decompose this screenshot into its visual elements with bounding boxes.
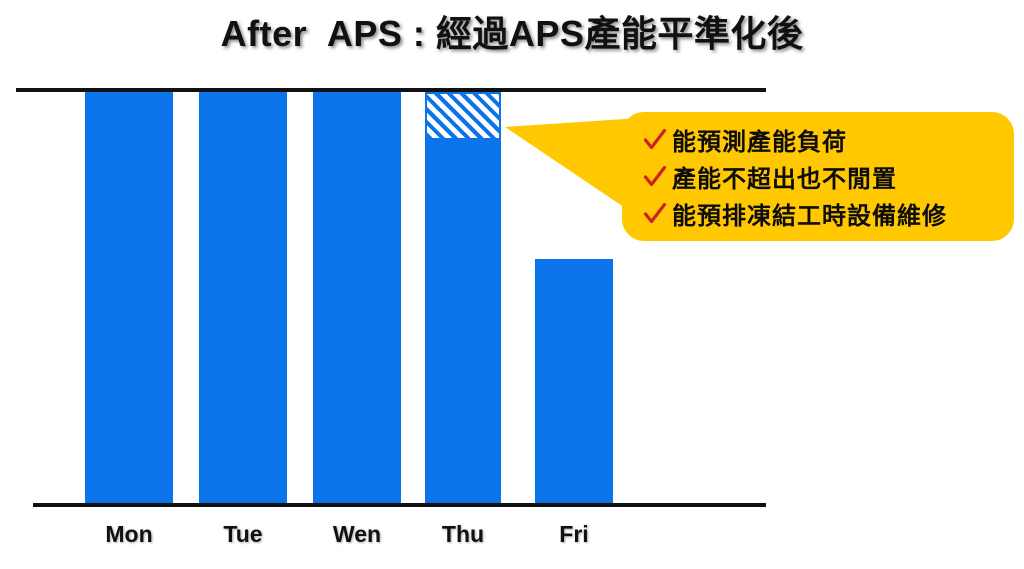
callout-pointer-icon [505, 118, 640, 218]
callout-item-text: 能預排凍結工時設備維修 [672, 203, 947, 230]
check-icon [638, 202, 672, 225]
callout-item: 能預測產能負荷 [638, 121, 1014, 158]
check-icon [638, 165, 672, 188]
callout-item: 產能不超出也不閒置 [638, 158, 1014, 195]
slide-canvas: After APS : 經過APS產能平準化後 Mon Tue Wen Thu Fri … [0, 0, 1024, 569]
category-label-wen: Wen [332, 521, 382, 547]
bar-tue [199, 92, 287, 503]
category-label-thu: Thu [441, 521, 485, 547]
check-icon [638, 128, 672, 151]
benefits-callout: 能預測產能負荷 產能不超出也不閒置 能預排凍結工時設備維修 [622, 112, 1014, 241]
bar-wen [313, 92, 401, 503]
category-label-fri: Fri [559, 521, 589, 547]
bar-fri [535, 259, 613, 503]
category-label-tue: Tue [223, 521, 263, 547]
bar-mon [85, 92, 173, 503]
category-label-mon: Mon [105, 521, 153, 547]
bar-thu [425, 139, 501, 503]
bar-chart: Mon Tue Wen Thu Fri [0, 0, 1024, 569]
callout-item: 能預排凍結工時設備維修 [638, 195, 1014, 232]
callout-item-text: 產能不超出也不閒置 [672, 166, 897, 193]
bar-segment-spare-capacity [425, 92, 501, 140]
x-axis-baseline [33, 503, 766, 507]
callout-item-text: 能預測產能負荷 [672, 129, 847, 156]
